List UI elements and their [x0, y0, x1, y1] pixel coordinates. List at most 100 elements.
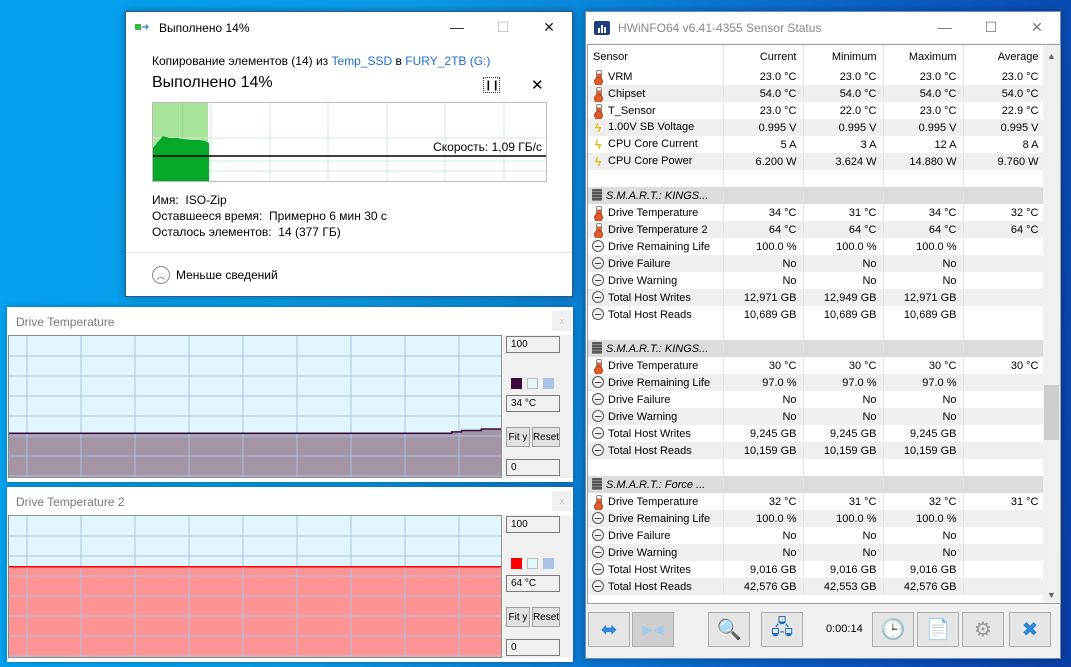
close-button[interactable]: ✕: [1014, 12, 1060, 42]
sensor-row[interactable]: Drive Temperature 30 °C 30 °C 30 °C 30 °C: [588, 357, 1046, 374]
pause-button[interactable]: ❙❙: [483, 77, 500, 93]
line-color-swatch[interactable]: [511, 558, 522, 569]
sensor-row[interactable]: Total Host Reads 42,576 GB 42,553 GB 42,576…: [588, 578, 1046, 595]
sensor-name: Drive Temperature: [608, 360, 699, 372]
fit-y-button[interactable]: Fit y: [506, 427, 530, 447]
sensor-current-cell: No: [723, 527, 804, 544]
line-color-swatch[interactable]: [511, 378, 522, 389]
sensor-current-cell: 97.0 %: [723, 374, 804, 391]
column-header-maximum[interactable]: Maximum: [883, 45, 964, 68]
column-header-average[interactable]: Average: [963, 45, 1046, 68]
graph-close-button[interactable]: x: [552, 311, 572, 331]
reset-button[interactable]: Reset: [532, 607, 560, 627]
minimize-button[interactable]: —: [434, 12, 480, 42]
copy-dialog-titlebar[interactable]: ➜ Выполнено 14% — ☐ ✕: [126, 12, 572, 44]
gauge-icon: [592, 376, 604, 388]
grid-color-swatch[interactable]: [543, 558, 554, 569]
sensor-row[interactable]: ϟ 1.00V SB Voltage 0.995 V 0.995 V 0.995 V 0.…: [588, 119, 1046, 136]
column-header-minimum[interactable]: Minimum: [803, 45, 884, 68]
sensor-row[interactable]: ϟ CPU Core Power 6.200 W 3.624 W 14.880 W 9.7…: [588, 153, 1046, 170]
sensor-row[interactable]: Drive Remaining Life 97.0 % 97.0 % 97.0 %: [588, 374, 1046, 391]
fit-y-button[interactable]: Fit y: [506, 607, 530, 627]
graph-max-field[interactable]: 100: [506, 336, 560, 353]
sensor-min-cell: 9,016 GB: [803, 561, 884, 578]
sensor-row[interactable]: VRM 23.0 °C 23.0 °C 23.0 °C 23.0 °C: [588, 68, 1046, 85]
sensor-row[interactable]: Drive Temperature 34 °C 31 °C 34 °C 32 °C: [588, 204, 1046, 221]
reset-button[interactable]: Reset: [532, 427, 560, 447]
background-color-swatch[interactable]: [527, 378, 538, 389]
expand-columns-button[interactable]: ⬌: [588, 612, 630, 647]
sensor-max-cell: 9,016 GB: [883, 561, 964, 578]
sensor-row[interactable]: T_Sensor 23.0 °C 22.0 °C 23.0 °C 22.9 °C: [588, 102, 1046, 119]
sensor-row[interactable]: Drive Warning No No No: [588, 544, 1046, 561]
sensor-row[interactable]: Drive Failure No No No: [588, 527, 1046, 544]
close-button[interactable]: ✕: [526, 12, 572, 42]
reset-clock-button[interactable]: 🕒: [872, 612, 914, 647]
sensor-row[interactable]: ϟ CPU Core Current 5 A3 A 12 A8 A: [588, 136, 1046, 153]
source-folder-link[interactable]: Temp_SSD: [332, 54, 393, 68]
sensor-row[interactable]: Drive Remaining Life 100.0 % 100.0 % 100.0 …: [588, 238, 1046, 255]
copy-progress-dialog: ➜ Выполнено 14% — ☐ ✕ Копирование элемен…: [125, 11, 573, 297]
hwinfo-titlebar[interactable]: HWiNFO64 v6.41-4355 Sensor Status — ☐ ✕: [586, 12, 1060, 43]
destination-drive-link[interactable]: FURY_2TB (G:): [405, 54, 490, 68]
sensor-name: Drive Temperature 2: [608, 224, 708, 236]
network-button[interactable]: 🖧: [761, 612, 803, 647]
sensor-avg-cell: [963, 544, 1046, 561]
sensor-row[interactable]: Drive Temperature 32 °C 31 °C 32 °C 31 °C: [588, 493, 1046, 510]
column-header-sensor[interactable]: Sensor: [588, 45, 724, 68]
sensor-group-row[interactable]: S.M.A.R.T.: Force ...: [588, 476, 1046, 493]
blank-row[interactable]: [588, 323, 1046, 340]
collapse-columns-button[interactable]: ▶◀: [632, 612, 674, 647]
close-sensors-button[interactable]: ✖: [1009, 612, 1051, 647]
sensor-row[interactable]: Total Host Writes 9,016 GB 9,016 GB 9,016 G…: [588, 561, 1046, 578]
column-header-current[interactable]: Current: [723, 45, 804, 68]
less-details-button[interactable]: ︿ Меньше сведений: [152, 266, 278, 284]
vertical-scrollbar[interactable]: ▲ ▼: [1043, 45, 1060, 603]
grid-color-swatch[interactable]: [543, 378, 554, 389]
sensor-row[interactable]: Drive Failure No No No: [588, 255, 1046, 272]
sensor-name-cell: Drive Temperature: [588, 493, 724, 510]
sensor-row[interactable]: Total Host Writes 12,971 GB 12,949 GB 12,97…: [588, 289, 1046, 306]
sensor-row[interactable]: Total Host Reads 10,159 GB 10,159 GB 10,159…: [588, 442, 1046, 459]
minimize-button[interactable]: —: [922, 12, 968, 42]
sensor-row[interactable]: Total Host Reads 10,689 GB 10,689 GB 10,689…: [588, 306, 1046, 323]
sensor-name-cell: T_Sensor: [588, 102, 724, 119]
sensor-group-row[interactable]: S.M.A.R.T.: KINGS...: [588, 187, 1046, 204]
settings-button[interactable]: ⚙: [962, 612, 1004, 647]
graph-close-button[interactable]: x: [552, 491, 572, 511]
empty-cell: [963, 340, 1046, 357]
sensor-max-cell: No: [883, 255, 964, 272]
graph-min-field[interactable]: 0: [506, 459, 560, 476]
arrows-out-icon: ⬌: [600, 619, 618, 641]
blank-row[interactable]: [588, 459, 1046, 476]
sensor-row[interactable]: Drive Remaining Life 100.0 % 100.0 % 100.0 …: [588, 510, 1046, 527]
sensor-row[interactable]: Drive Warning No No No: [588, 272, 1046, 289]
empty-cell: [723, 459, 804, 476]
sensor-max-cell: 12,971 GB: [883, 289, 964, 306]
scrollbar-thumb[interactable]: [1044, 385, 1059, 440]
graph-max-field[interactable]: 100: [506, 516, 560, 533]
scroll-up-icon[interactable]: ▲: [1043, 47, 1060, 64]
sensor-avg-cell: [963, 306, 1046, 323]
graph-min-field[interactable]: 0: [506, 639, 560, 656]
maximize-button[interactable]: ☐: [480, 12, 526, 42]
sensor-row[interactable]: Chipset 54.0 °C 54.0 °C 54.0 °C 54.0 °C: [588, 85, 1046, 102]
maximize-button[interactable]: ☐: [968, 12, 1014, 42]
scroll-down-icon[interactable]: ▼: [1043, 586, 1060, 603]
blank-row[interactable]: [588, 170, 1046, 187]
sensor-avg-cell: 32 °C: [963, 204, 1046, 221]
sensor-row[interactable]: Total Host Writes 9,245 GB 9,245 GB 9,245 G…: [588, 425, 1046, 442]
sensor-min-cell: No: [803, 527, 884, 544]
background-color-swatch[interactable]: [527, 558, 538, 569]
sensor-avg-cell: [963, 442, 1046, 459]
sensor-current-cell: No: [723, 272, 804, 289]
cancel-copy-button[interactable]: ✕: [531, 76, 544, 94]
sensor-row[interactable]: Drive Failure No No No: [588, 391, 1046, 408]
thermometer-icon: [592, 87, 604, 102]
sensor-min-cell: 3 A: [803, 136, 884, 153]
sensor-group-row[interactable]: S.M.A.R.T.: KINGS...: [588, 340, 1046, 357]
logging-button[interactable]: 📄: [917, 612, 959, 647]
sensor-row[interactable]: Drive Warning No No No: [588, 408, 1046, 425]
sensor-search-button[interactable]: 🔍: [708, 612, 750, 647]
sensor-row[interactable]: Drive Temperature 2 64 °C 64 °C 64 °C 64 °C: [588, 221, 1046, 238]
